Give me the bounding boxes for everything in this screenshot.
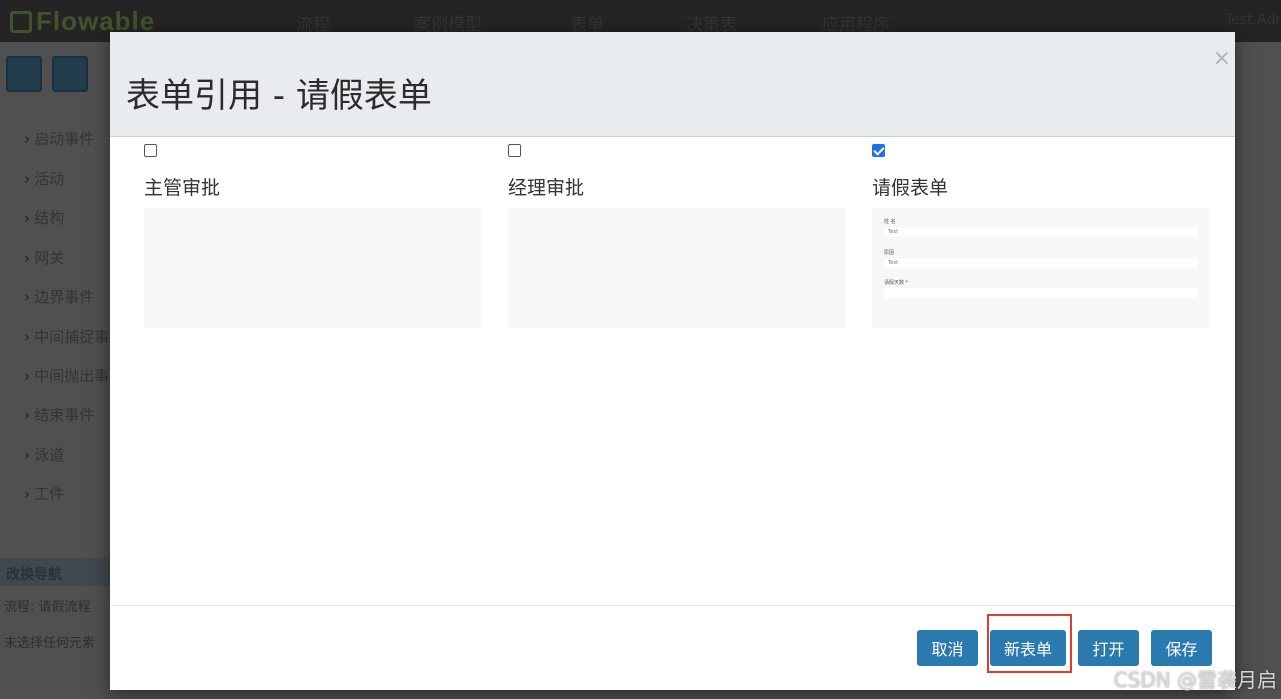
save-button[interactable]: 保存	[1151, 630, 1212, 666]
preview-field-label: 原因	[884, 250, 895, 256]
dialog-header: 表单引用 - 请假表单 ×	[110, 32, 1235, 137]
form-name: 请假表单	[872, 177, 949, 199]
dialog-title: 表单引用 - 请假表单	[126, 76, 432, 116]
form-name: 经理审批	[508, 177, 585, 199]
preview-field-input: Text	[884, 258, 1198, 268]
preview-field-input	[884, 288, 1198, 298]
form-reference-dialog: 表单引用 - 请假表单 × 主管审批 经理审批 请假表单 姓 名 Text 原因…	[110, 32, 1235, 690]
cancel-button[interactable]: 取消	[917, 630, 978, 666]
form-thumbnail[interactable]	[508, 208, 845, 328]
annotation-highlight-box	[987, 614, 1072, 673]
watermark: CSDN @雷袭月启	[1113, 668, 1277, 692]
preview-field-label: 请假天数 *	[884, 280, 909, 286]
form-thumbnail[interactable]: 姓 名 Text 原因 Text 请假天数 *	[872, 208, 1209, 328]
close-icon[interactable]: ×	[1213, 46, 1231, 71]
form-select-checkbox[interactable]	[508, 144, 521, 157]
form-name: 主管审批	[144, 177, 221, 199]
form-thumbnail[interactable]	[144, 208, 481, 328]
form-select-checkbox-checked[interactable]	[872, 144, 885, 157]
form-select-checkbox[interactable]	[144, 144, 157, 157]
preview-field-input: Text	[884, 227, 1198, 237]
preview-field-label: 姓 名	[884, 219, 896, 225]
open-button[interactable]: 打开	[1078, 630, 1139, 666]
